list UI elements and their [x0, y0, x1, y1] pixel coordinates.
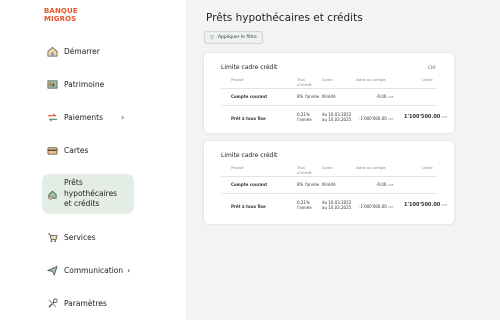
row-balance-currency: CHF: [387, 183, 394, 187]
sidebar-item-label: Patrimoine: [64, 79, 105, 89]
sidebar-item-label: Démarrer: [64, 46, 100, 56]
row-balance-value: -0.00: [376, 94, 387, 99]
main-content: Prêts hypothécaires et crédits ▽ Appliqu…: [186, 0, 500, 320]
row-balance-value: -1'000'000.00: [359, 204, 387, 209]
brand-logo[interactable]: BANQUE MIGROS: [44, 7, 78, 23]
portfolio-icon: [46, 78, 58, 90]
sidebar-item-label: Prêts hypothécaires et crédits: [64, 178, 117, 210]
column-header-rate-line2: d'intérêt: [297, 170, 312, 175]
transfer-arrows-icon: [46, 111, 58, 123]
sidebar: BANQUE MIGROS Démarrer Patrimoine Paieme…: [0, 0, 186, 320]
row-balance-value: -1'000'000.00: [359, 116, 387, 121]
brand-logo-line2: MIGROS: [44, 14, 77, 23]
divider: [221, 88, 437, 89]
sidebar-item-label: Communication: [64, 265, 124, 275]
apply-filter-label: Appliquer le filtre: [217, 35, 257, 40]
credit-limit-card: Limite cadre crédit Produit Taux d'intér…: [204, 141, 454, 224]
sidebar-item-label-line3: et crédits: [64, 199, 100, 209]
sidebar-item-label: Services: [64, 232, 96, 242]
filter-icon: ▽: [210, 34, 214, 41]
sidebar-item-label: Paiements: [64, 112, 104, 122]
column-header-rate: Taux d'intérêt: [297, 78, 312, 87]
row-product: Compte courant: [231, 94, 268, 99]
cart-icon: [46, 231, 58, 243]
column-header-product: Produit: [231, 166, 244, 170]
divider: [221, 193, 437, 194]
apply-filter-button[interactable]: ▽ Appliquer le filtre: [204, 31, 263, 44]
sidebar-item-label: Paramètres: [64, 298, 107, 308]
row-balance-currency: CHF: [387, 95, 394, 99]
divider: [221, 105, 437, 106]
column-header-duration: Durée: [322, 78, 333, 82]
column-header-rate-line2: d'intérêt: [297, 82, 312, 87]
column-header-product: Produit: [231, 78, 244, 82]
column-header-balance: Solde au compte: [356, 78, 386, 82]
credit-limit-card: Limite cadre crédit CHF Produit Taux d'i…: [204, 53, 454, 133]
row-rate-line2: l'année: [297, 205, 312, 210]
chevron-right-icon: ›: [127, 265, 131, 275]
row-balance: -1'000'000.00CHF: [359, 204, 394, 210]
sidebar-item-label-line2: hypothécaires: [64, 188, 118, 198]
row-limit-currency: CHF: [441, 115, 448, 119]
sidebar-item-services[interactable]: Services: [42, 230, 134, 244]
row-rate: 8% l'année: [297, 94, 320, 99]
house-coins-icon: [46, 188, 58, 200]
row-rate: 0.21% l'année: [297, 200, 312, 210]
row-balance: -0.00CHF: [376, 94, 393, 100]
row-limit-value: 1'100'500.00: [404, 202, 441, 208]
divider: [221, 176, 437, 177]
column-header-limit: Limite: [422, 166, 433, 170]
tools-icon: [46, 297, 58, 309]
sidebar-item-communication[interactable]: Communication ›: [42, 263, 134, 277]
row-limit: 1'100'500.00CHF: [404, 115, 447, 120]
sidebar-item-label: Cartes: [64, 145, 89, 155]
home-icon: [46, 45, 58, 57]
row-duration: Illimité: [322, 94, 336, 99]
row-product: Prêt à taux fixe: [231, 204, 266, 209]
sidebar-item-patrimoine[interactable]: Patrimoine: [42, 77, 134, 91]
row-balance-currency: CHF: [387, 205, 394, 209]
sidebar-item-cartes[interactable]: Cartes: [42, 143, 134, 157]
card-title: Limite cadre crédit: [221, 152, 278, 159]
row-limit-value: 1'100'500.00: [404, 114, 441, 120]
row-balance-currency: CHF: [387, 117, 394, 121]
row-duration: Illimité: [322, 182, 336, 187]
row-duration-line2: au 10.03.2025: [322, 205, 352, 210]
row-duration-line2: au 10.03.2025: [322, 117, 352, 122]
row-product: Prêt à taux fixe: [231, 116, 266, 121]
column-header-rate: Taux d'intérêt: [297, 166, 312, 175]
sidebar-item-parametres[interactable]: Paramètres: [42, 296, 134, 310]
send-icon: [46, 264, 58, 276]
sidebar-item-label-line1: Prêts: [64, 178, 83, 188]
column-header-limit: Limite: [422, 78, 433, 82]
row-limit: 1'100'500.00CHF: [404, 203, 447, 208]
card-currency: CHF: [427, 65, 436, 70]
card-title: Limite cadre crédit: [221, 64, 278, 71]
row-rate-line2: l'année: [297, 117, 312, 122]
column-header-balance: Solde au compte: [356, 166, 386, 170]
row-balance-value: -0.00: [376, 182, 387, 187]
row-duration: du 10.03.2022 au 10.03.2025: [322, 200, 351, 210]
row-balance: -0.00CHF: [376, 182, 393, 188]
row-rate: 0.21% l'année: [297, 112, 312, 122]
row-limit-currency: CHF: [441, 203, 448, 207]
card-icon: [46, 144, 58, 156]
row-balance: -1'000'000.00CHF: [359, 116, 394, 122]
column-header-duration: Durée: [322, 166, 333, 170]
sidebar-item-demarrer[interactable]: Démarrer: [42, 44, 134, 58]
sidebar-item-prets[interactable]: Prêts hypothécaires et crédits: [42, 174, 134, 214]
page-title: Prêts hypothécaires et crédits: [206, 12, 363, 24]
row-rate: 8% l'année: [297, 182, 320, 187]
row-duration: du 10.03.2022 au 10.03.2025: [322, 112, 351, 122]
row-product: Compte courant: [231, 182, 268, 187]
sidebar-item-paiements[interactable]: Paiements ›: [42, 110, 134, 124]
chevron-right-icon: ›: [121, 112, 125, 122]
